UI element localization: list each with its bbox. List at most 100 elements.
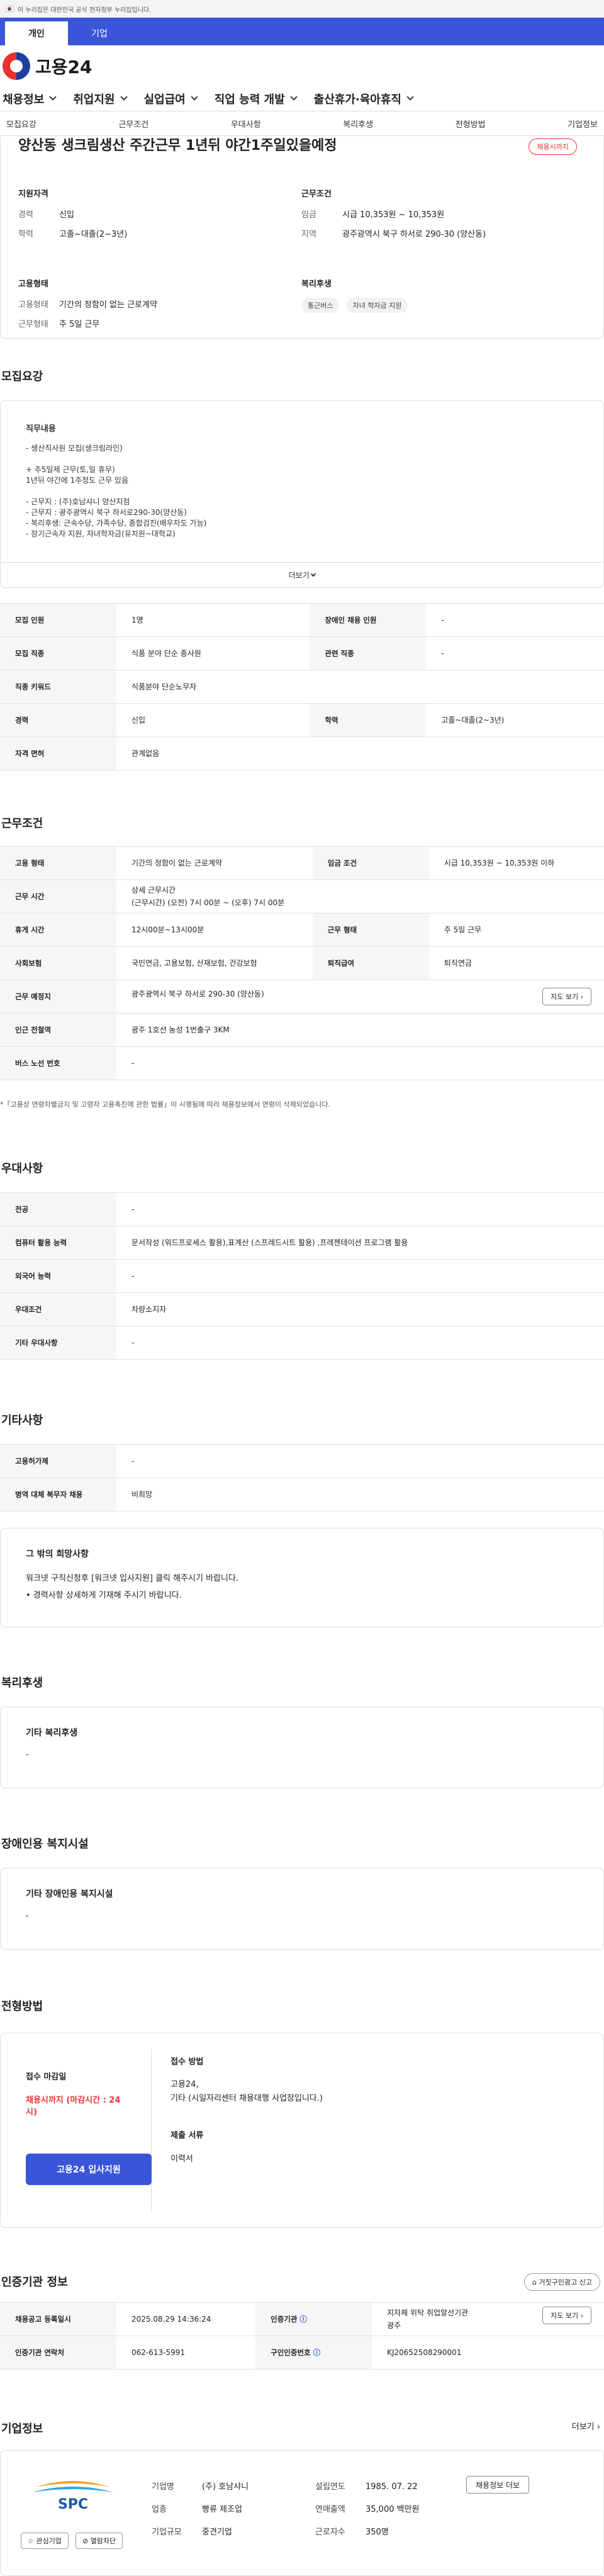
user-type-tabs: 개인 기업 [0,18,604,45]
row-header-label: 컴퓨터 활용 능력 [15,1238,67,1247]
welfare-title: 복리후생 [301,280,332,289]
spc-logo-icon: SPC [32,2481,114,2512]
section-title-pref: 우대사항 [1,1162,43,1175]
info-icon[interactable]: ⓘ [311,2348,321,2357]
row-value: 062-613-5991 [116,2336,256,2370]
table-row: 인근 전철역 광주 1호선 농성 1번출구 3KM [0,1013,604,1047]
row-value-text: 신입 [131,716,146,725]
block-label: 열람차단 [90,2537,116,2545]
row-header: 기타 우대사항 [0,1326,116,1360]
company-jobs-button[interactable]: 채용정보 더보 [466,2476,530,2494]
row-value: 지자체 위탁 취업알선기관 광주 지도 보기 › [372,2302,604,2336]
recruit-table: 모집 인원 1명 장애인 채용 인원 - 모집 직종 식품 분야 단순 종사원 관련 직종 -… [0,603,604,771]
row-value: 기간의 정함이 없는 근로계약 [116,846,313,880]
disabled-box-title: 기타 장애인용 복지시설 [26,1889,113,1899]
nav-label: 직업 능력 개발 [214,93,285,106]
emp-value: 주 5일 근무 [59,320,100,329]
nav-item-unemployment[interactable]: 실업급여 [143,91,198,107]
table-row: 기타 우대사항 - [0,1326,604,1360]
row-header-label: 인근 전철역 [15,1025,51,1034]
nav-item-jobs[interactable]: 채용정보 [3,91,57,107]
section-title-disabled: 장애인용 복지시설 [1,1838,89,1851]
section-title-cert: 인증기관 정보 [1,2276,68,2289]
subnav-pref[interactable]: 우대사항 [231,118,261,130]
block-view-button[interactable]: ⊘ 열람차단 [75,2533,123,2549]
row-value: 광주광역시 북구 하서로 290-30 (양산동) 지도 보기 › [116,980,604,1014]
etc-table: 고용허가제 - 병역 대체 복무자 채용 비희망 [0,1444,604,1511]
subnav-recruit[interactable]: 모집요강 [6,118,36,130]
row-value: 시급 10,353원 ~ 10,353원 이하 [428,846,604,880]
row-value-text: 시급 10,353원 ~ 10,353원 이하 [444,859,555,867]
row-header: 장애인 채용 인원 [310,603,427,637]
job-description-title: 직무내용 [26,424,56,434]
row-value-text: 지자체 위탁 취업알선기관 광주 [387,2308,469,2330]
row-value-text: KJ20652508290001 [387,2348,462,2357]
row-header: 직종 키워드 [0,670,116,704]
row-value-text: 주 5일 근무 [444,925,482,934]
info-icon[interactable]: ⓘ [297,2315,307,2324]
header-logo[interactable]: 고용24 [0,45,604,87]
row-header: 인근 전철역 [0,1013,116,1047]
emp-title: 고용형태 [18,280,48,289]
company-more-link[interactable]: 더보기 › [572,2420,600,2432]
table-row: 모집 직종 식품 분야 단순 종사원 관련 직종 - [0,636,604,670]
row-value: 2025.08.29 14:36:24 [116,2302,256,2336]
wish-box: 그 밖의 희망사항 워크넷 구직신청후 [워크넷 입사지원] 클릭 해주시기 바… [0,1528,604,1627]
tab-company[interactable]: 기업 [68,21,131,45]
wish-line: • 경력사항 상세하게 기재해 주시기 바랍니다. [26,1591,182,1600]
taegeuk-logo-icon [3,52,30,80]
nav-label: 출산휴가·육아휴직 [313,93,401,106]
row-header-label: 직종 키워드 [15,682,51,691]
report-false-ad-button[interactable]: ⌂ 거짓구인광고 신고 [524,2273,600,2291]
subnav-work[interactable]: 근무조건 [118,118,148,130]
table-row: 컴퓨터 활용 능력 문서작성 (워드프로세스 활용),표계산 (스프레드시트 활용… [0,1226,604,1260]
row-value-text: 2025.08.29 14:36:24 [131,2315,211,2324]
row-value-text: 문서작성 (워드프로세스 활용),표계산 (스프레드시트 활용) ,프레젠테이션… [131,1238,408,1247]
company-value: 1985. 07. 22 [366,2482,418,2492]
work-condition-block: 근무조건 임금 시급 10,353원 ~ 10,353원 지역 광주광역시 북구 하… [301,187,584,247]
company-key: 연매출액 [315,2505,345,2514]
row-header-label: 인증기관 연락처 [15,2348,65,2357]
row-value-text: 광주광역시 북구 하서로 290-30 (양산동) [131,990,264,998]
favorite-company-button[interactable]: ☆ 관심기업 [21,2533,69,2549]
row-header: 사회보험 [0,946,116,980]
row-header-label: 채용공고 등록일시 [15,2315,71,2324]
subnav-selection[interactable]: 전형방법 [456,118,486,130]
row-value: 식품분야 단순노무자 [116,670,604,704]
nav-item-training[interactable]: 직업 능력 개발 [214,91,298,107]
row-value: 관계없음 [116,737,604,771]
nav-item-support[interactable]: 취업지원 [73,91,128,107]
emp-value: 기간의 정함이 없는 근로계약 [59,300,157,310]
table-row: 인증기관 연락처 062-613-5991 구인인증번호 ⓘ KJ2065250829… [0,2336,604,2370]
company-key: 업종 [152,2505,167,2514]
map-view-button[interactable]: 지도 보기 › [542,2307,591,2324]
row-value-text: - [131,1457,135,1466]
row-header-label: 전공 [15,1205,29,1214]
table-row: 직종 키워드 식품분야 단순노무자 [0,670,604,704]
tab-personal[interactable]: 개인 [5,21,68,45]
row-header: 우대조건 [0,1292,116,1326]
subnav-welfare[interactable]: 복리후생 [343,118,373,130]
row-header: 임금 조건 [312,846,429,880]
row-header-label: 근무 형태 [327,925,357,934]
row-value: - [116,1259,604,1293]
map-view-button[interactable]: 지도 보기 › [542,988,591,1005]
row-header: 고용허가제 [0,1444,116,1478]
row-header: 인증기관 ⓘ [255,2302,372,2336]
chevron-down-icon [120,93,128,101]
table-row: 근무 시간 상세 근무시간 (근무시간) (오전) 7시 00분 ~ (오후) 7… [0,879,604,913]
row-value: - [426,603,604,637]
more-button[interactable]: 더보기 [1,562,603,587]
table-row: 우대조건 차량소지자 [0,1292,604,1326]
row-value: 12시00분~13시00분 [116,913,313,947]
nav-item-parental[interactable]: 출산휴가·육아휴직 [313,91,414,107]
row-value: 차량소지자 [116,1292,604,1326]
row-value-text: 퇴직연금 [444,959,472,968]
house-icon: ⌂ [532,2278,537,2286]
welfare-value: - [26,1750,29,1760]
subnav-company[interactable]: 기업정보 [568,118,598,130]
company-value: 빵류 제조업 [202,2505,242,2514]
table-row: 휴게 시간 12시00분~13시00분 근무 형태 주 5일 근무 [0,913,604,947]
nav-label: 실업급여 [143,93,186,106]
apply-button[interactable]: 고용24 입사지원 [26,2154,152,2185]
